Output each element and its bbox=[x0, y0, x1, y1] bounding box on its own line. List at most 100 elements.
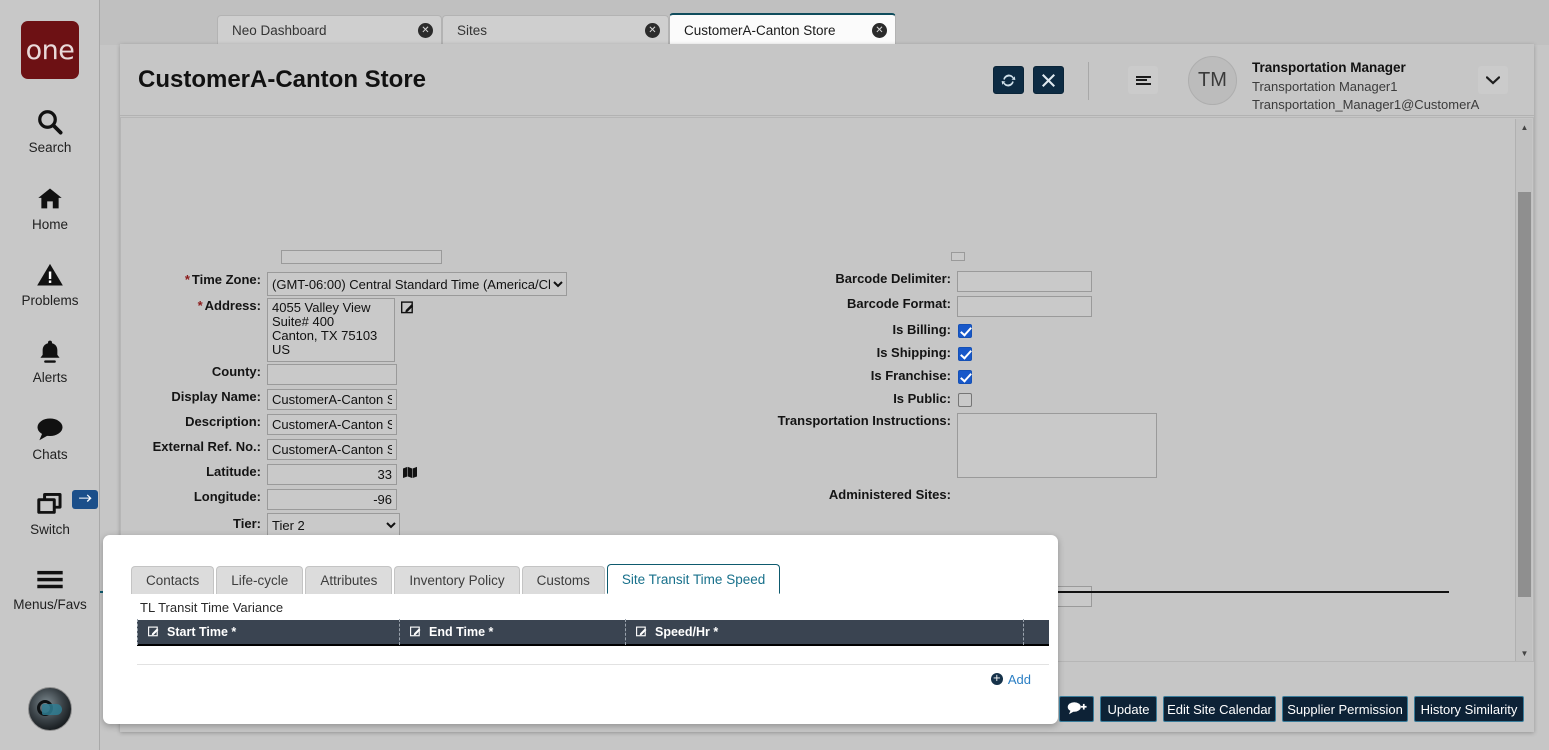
is-billing-checkbox[interactable] bbox=[958, 324, 972, 338]
one-logo[interactable]: one bbox=[21, 21, 79, 79]
add-row-button[interactable]: + Add bbox=[991, 672, 1031, 687]
avatar[interactable]: TM bbox=[1188, 56, 1237, 105]
external-ref-no-input[interactable] bbox=[267, 439, 397, 460]
field-label: Is Shipping: bbox=[631, 345, 951, 360]
sidebar-item-menus-favs[interactable]: Menus/Favs bbox=[0, 562, 100, 612]
edit-pencil-icon bbox=[410, 625, 422, 640]
hamburger-icon bbox=[35, 562, 65, 596]
latitude-input[interactable] bbox=[267, 464, 397, 485]
windows-switch-icon bbox=[35, 487, 65, 521]
grid-column-label: Speed/Hr * bbox=[655, 625, 718, 639]
close-icon[interactable]: ✕ bbox=[418, 23, 433, 38]
grid-header-row: Start Time * End Time * Speed/Hr * bbox=[137, 620, 1049, 646]
triangle-down-icon[interactable]: ▼ bbox=[1516, 645, 1533, 662]
form-row-time-zone: *Time Zone: (GMT-06:00) Central Standard… bbox=[121, 272, 581, 296]
sidebar-item-label: Problems bbox=[21, 293, 78, 308]
chat-plus-icon bbox=[1067, 701, 1087, 718]
user-name: Transportation Manager1 bbox=[1252, 79, 1398, 94]
display-name-input[interactable] bbox=[267, 389, 397, 410]
add-comment-button[interactable] bbox=[1059, 696, 1094, 722]
form-row-latitude: Latitude: bbox=[121, 464, 581, 485]
edit-site-calendar-label: Edit Site Calendar bbox=[1167, 702, 1272, 717]
field-control bbox=[957, 296, 1092, 317]
update-button[interactable]: Update bbox=[1100, 696, 1157, 722]
map-icon[interactable] bbox=[403, 466, 417, 482]
switch-toggle-badge[interactable] bbox=[72, 490, 98, 509]
form-row-is-shipping: Is Shipping: bbox=[631, 345, 972, 363]
time-zone-select[interactable]: (GMT-06:00) Central Standard Time (Ameri… bbox=[267, 272, 567, 296]
close-button[interactable] bbox=[1033, 66, 1064, 94]
sidebar-item-alerts[interactable]: Alerts bbox=[0, 335, 100, 385]
field-control bbox=[957, 413, 1157, 483]
sidebar-item-chats[interactable]: Chats bbox=[0, 412, 100, 462]
browser-tab-neo-dashboard[interactable]: Neo Dashboard ✕ bbox=[217, 15, 442, 45]
is-public-checkbox[interactable] bbox=[958, 393, 972, 407]
is-shipping-checkbox[interactable] bbox=[958, 347, 972, 361]
tab-contacts[interactable]: Contacts bbox=[131, 566, 214, 594]
address-textarea[interactable]: 4055 Valley View Suite# 400 Canton, TX 7… bbox=[267, 298, 395, 362]
one-logo-text: one bbox=[26, 35, 75, 66]
tab-inventory-policy[interactable]: Inventory Policy bbox=[394, 566, 519, 594]
grid-column-end-time[interactable]: End Time * bbox=[399, 619, 625, 645]
field-control bbox=[958, 322, 972, 340]
description-input[interactable] bbox=[267, 414, 397, 435]
barcode-format-input[interactable] bbox=[957, 296, 1092, 317]
close-icon[interactable]: ✕ bbox=[645, 23, 660, 38]
sidebar-item-problems[interactable]: Problems bbox=[0, 258, 100, 308]
edit-site-calendar-button[interactable]: Edit Site Calendar bbox=[1163, 696, 1276, 722]
field-control bbox=[267, 439, 397, 460]
form-row-is-billing: Is Billing: bbox=[631, 322, 972, 340]
required-marker: * bbox=[198, 298, 203, 313]
sidebar-item-home[interactable]: Home bbox=[0, 182, 100, 232]
tier-select[interactable]: Tier 2 bbox=[267, 513, 400, 537]
grid-column-start-time[interactable]: Start Time * bbox=[137, 619, 399, 645]
transportation-instructions-textarea[interactable] bbox=[957, 413, 1157, 478]
avatar-initials: TM bbox=[1198, 69, 1227, 92]
chat-icon bbox=[35, 412, 65, 446]
close-icon[interactable]: ✕ bbox=[872, 23, 887, 38]
edit-pencil-icon bbox=[636, 625, 648, 640]
tab-label: Inventory Policy bbox=[409, 573, 504, 588]
supplier-permission-label: Supplier Permission bbox=[1287, 702, 1403, 717]
app-root: one Search Home Problems Alerts bbox=[0, 0, 1549, 750]
sidebar-item-label: Alerts bbox=[33, 370, 68, 385]
tab-site-transit-time-speed[interactable]: Site Transit Time Speed bbox=[607, 564, 780, 594]
form-row-county: County: bbox=[121, 364, 581, 385]
tab-label: Life-cycle bbox=[231, 573, 288, 588]
form-row-external-ref-no: External Ref. No.: bbox=[121, 439, 581, 460]
browser-tab-sites[interactable]: Sites ✕ bbox=[442, 15, 669, 45]
user-menu-caret-button[interactable] bbox=[1478, 66, 1508, 94]
supplier-permission-button[interactable]: Supplier Permission bbox=[1282, 696, 1408, 722]
history-similarity-button[interactable]: History Similarity bbox=[1414, 696, 1524, 722]
grid-footer: + Add bbox=[137, 665, 1049, 693]
field-label: County: bbox=[121, 364, 261, 379]
longitude-input[interactable] bbox=[267, 489, 397, 510]
user-avatar-rail[interactable] bbox=[28, 687, 72, 731]
field-control bbox=[958, 345, 972, 363]
form-vertical-scrollbar[interactable]: ▲ ▼ bbox=[1515, 119, 1532, 662]
sidebar-item-search[interactable]: Search bbox=[0, 105, 100, 155]
clipped-input[interactable] bbox=[281, 250, 442, 264]
county-input[interactable] bbox=[267, 364, 397, 385]
edit-pencil-icon[interactable] bbox=[401, 300, 415, 317]
swap-arrows-icon bbox=[78, 494, 93, 505]
triangle-up-icon[interactable]: ▲ bbox=[1516, 119, 1533, 136]
browser-tab-label: Neo Dashboard bbox=[232, 23, 408, 38]
browser-tab-label: CustomerA-Canton Store bbox=[684, 23, 862, 38]
list-menu-button[interactable] bbox=[1128, 66, 1158, 94]
browser-tab-customera-canton-store[interactable]: CustomerA-Canton Store ✕ bbox=[669, 13, 896, 45]
field-control bbox=[958, 368, 972, 386]
tab-customs[interactable]: Customs bbox=[522, 566, 605, 594]
refresh-button[interactable] bbox=[993, 66, 1024, 94]
form-row-tier: Tier: Tier 2 bbox=[121, 513, 581, 537]
bell-icon bbox=[36, 335, 64, 369]
grid-column-speed-hr[interactable]: Speed/Hr * bbox=[625, 619, 1023, 645]
clipped-checkbox[interactable] bbox=[951, 252, 965, 261]
barcode-delimiter-input[interactable] bbox=[957, 271, 1092, 292]
is-franchise-checkbox[interactable] bbox=[958, 370, 972, 384]
field-label: Is Franchise: bbox=[631, 368, 951, 383]
scrollbar-thumb[interactable] bbox=[1518, 192, 1531, 597]
tab-life-cycle[interactable]: Life-cycle bbox=[216, 566, 303, 594]
field-control bbox=[958, 391, 972, 409]
tab-attributes[interactable]: Attributes bbox=[305, 566, 392, 594]
